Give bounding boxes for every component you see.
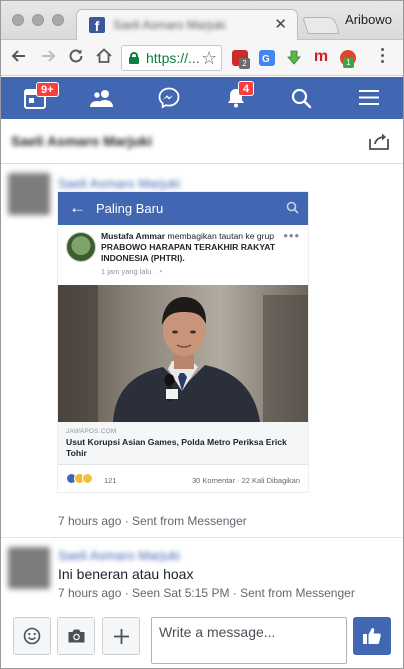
search-icon xyxy=(291,88,312,109)
extension-badge: 1 xyxy=(343,57,354,68)
emoji-button[interactable] xyxy=(13,617,51,655)
nav-home[interactable]: 9+ xyxy=(13,77,59,119)
lock-icon xyxy=(129,52,139,64)
reload-icon[interactable] xyxy=(65,47,87,69)
add-attachment-button[interactable] xyxy=(102,617,140,655)
message-input[interactable] xyxy=(151,617,347,664)
hamburger-menu-icon xyxy=(359,90,379,105)
smiley-icon xyxy=(23,627,41,645)
plus-icon xyxy=(114,629,129,644)
message-text: Ini beneran atau hoax xyxy=(58,566,194,582)
sender-name[interactable]: Saeli Asmaro Marjuki xyxy=(58,548,180,563)
message-item: Saeli Asmaro Marjuki ← Paling Baru Musta… xyxy=(0,165,404,538)
camera-button[interactable] xyxy=(57,617,95,655)
home-icon[interactable] xyxy=(93,47,115,69)
bookmark-star-icon[interactable]: ☆ xyxy=(201,47,217,69)
browser-toolbar: https://... ☆ 2 G m 1 xyxy=(0,40,404,76)
link-domain: JAWAPOS.COM xyxy=(66,428,117,435)
thumbs-up-icon xyxy=(363,628,381,644)
comment-count: 30 Komentar xyxy=(192,476,235,485)
post-time: 1 jam yang lalu · ◔ xyxy=(101,267,163,276)
extension-badge: 2 xyxy=(239,58,250,69)
window-close-button[interactable] xyxy=(12,14,24,26)
nav-menu[interactable] xyxy=(348,77,392,119)
sender-avatar[interactable] xyxy=(8,547,50,589)
camera-icon xyxy=(68,629,85,643)
adblock-extension-icon[interactable]: 1 xyxy=(340,50,356,68)
facebook-favicon-icon: f xyxy=(89,17,105,34)
conversation-header: Saeli Asmaro Marjuki xyxy=(0,119,404,164)
browser-menu-icon[interactable] xyxy=(381,48,385,66)
screenshot-header-title: Paling Baru xyxy=(96,201,164,216)
link-title: Usut Korupsi Asian Games, Polda Metro Pe… xyxy=(66,437,287,458)
send-like-button[interactable] xyxy=(353,617,391,655)
home-badge: 9+ xyxy=(36,82,59,97)
facebook-top-nav: 9+ 4 xyxy=(0,77,404,119)
post-author-avatar xyxy=(66,232,96,262)
nav-notifications[interactable]: 4 xyxy=(214,77,258,119)
message-meta: 7 hours ago · Sent from Messenger xyxy=(58,514,247,528)
new-tab-button[interactable] xyxy=(302,17,340,34)
tab-title: Saeli Asmaro Marjuki xyxy=(113,18,226,32)
share-count: 22 Kali Dibagikan xyxy=(241,476,300,485)
wow-reaction-icon xyxy=(82,473,93,484)
profile-name[interactable]: Aribowo xyxy=(345,12,392,27)
translate-extension-icon[interactable]: G xyxy=(259,50,275,66)
tab-close-icon[interactable]: ✕ xyxy=(274,15,287,33)
nav-messenger[interactable] xyxy=(147,77,191,119)
nav-search[interactable] xyxy=(280,77,324,119)
post-options-icon: ••• xyxy=(283,228,300,243)
post-action: membagikan tautan ke grup xyxy=(165,231,275,241)
window-minimize-button[interactable] xyxy=(32,14,44,26)
share-icon[interactable] xyxy=(368,131,390,151)
shared-screenshot[interactable]: ← Paling Baru Mustafa Ammar membagikan t… xyxy=(58,192,308,492)
url-text: https://... xyxy=(146,50,200,66)
post-group: PRABOWO HARAPAN TERAKHIR RAKYAT INDONESI… xyxy=(101,242,276,263)
nav-friends[interactable] xyxy=(80,77,124,119)
post-header-text: Mustafa Ammar membagikan tautan ke grup … xyxy=(101,231,285,264)
message-meta: 7 hours ago · Seen Sat 5:15 PM · Sent fr… xyxy=(58,586,355,600)
post-author: Mustafa Ammar xyxy=(101,231,166,241)
mendeley-extension-icon[interactable]: m xyxy=(313,49,329,66)
notifications-badge: 4 xyxy=(238,81,255,96)
message-composer xyxy=(0,609,404,669)
message-item: Saeli Asmaro Marjuki Ini beneran atau ho… xyxy=(0,539,404,609)
sender-name[interactable]: Saeli Asmaro Marjuki xyxy=(58,176,180,191)
browser-tab[interactable]: f Saeli Asmaro Marjuki ✕ xyxy=(76,9,298,40)
lastpass-extension-icon[interactable]: 2 xyxy=(232,50,250,69)
conversation-title[interactable]: Saeli Asmaro Marjuki xyxy=(11,133,152,149)
back-arrow-icon: ← xyxy=(69,198,86,217)
svg-text:G: G xyxy=(262,54,270,65)
friends-icon xyxy=(90,90,113,107)
sender-avatar[interactable] xyxy=(8,173,50,215)
messenger-icon xyxy=(158,87,180,109)
download-extension-icon[interactable] xyxy=(286,50,302,66)
search-icon xyxy=(286,201,299,214)
window-zoom-button[interactable] xyxy=(52,14,64,26)
post-stats: 30 Komentar · 22 Kali Dibagikan xyxy=(192,476,300,485)
globe-icon: ◔ xyxy=(158,267,163,276)
reaction-count: 121 xyxy=(104,476,117,485)
forward-arrow-icon[interactable] xyxy=(37,47,59,69)
link-preview: JAWAPOS.COM Usut Korupsi Asian Games, Po… xyxy=(58,422,308,465)
post-photo xyxy=(58,285,308,422)
back-arrow-icon[interactable] xyxy=(8,47,30,69)
browser-titlebar: f Saeli Asmaro Marjuki ✕ Aribowo xyxy=(0,0,404,40)
screenshot-header-bar: ← Paling Baru xyxy=(58,192,308,225)
